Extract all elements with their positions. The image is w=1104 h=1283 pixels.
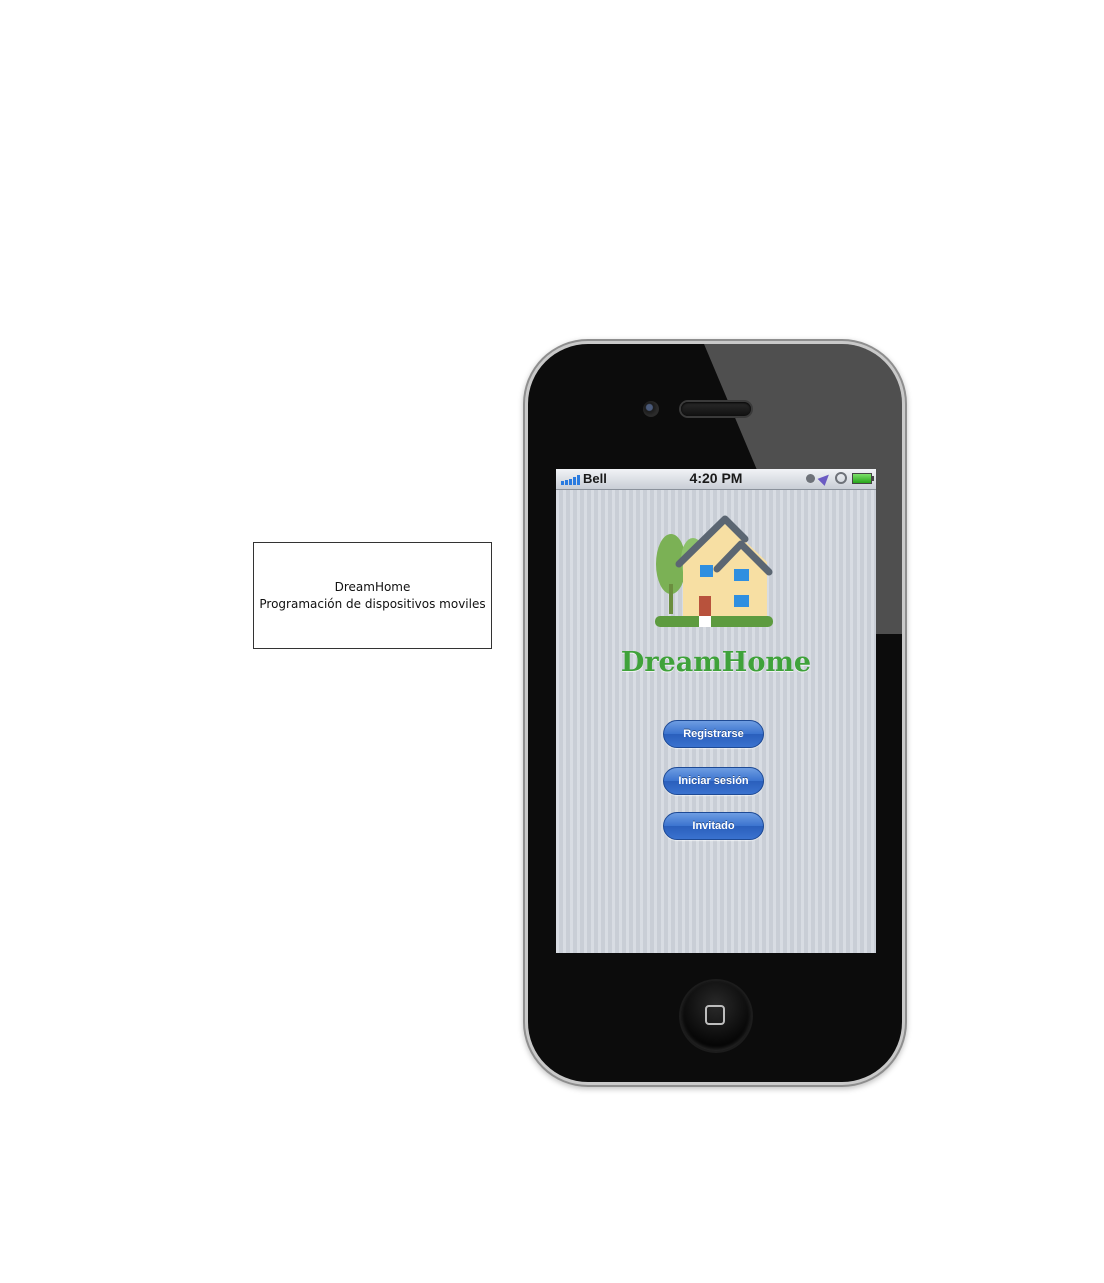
battery-icon [852, 472, 874, 484]
sticky-note: DreamHome Programación de dispositivos m… [253, 542, 492, 649]
register-button[interactable]: Registrarse [663, 720, 764, 748]
earpiece-speaker [681, 402, 751, 416]
front-camera-icon [643, 401, 659, 417]
house-logo-icon [655, 515, 773, 627]
note-subtitle: Programación de dispositivos moviles [259, 596, 486, 611]
rotation-lock-icon [835, 472, 847, 484]
app-screen: Bell 4:20 PM DreamHome Registrarse Inici… [556, 469, 876, 953]
app-title: DreamHome [620, 647, 812, 678]
login-button[interactable]: Iniciar sesión [663, 767, 764, 795]
location-arrow-icon [817, 470, 833, 486]
home-square-icon [705, 1005, 725, 1025]
note-title: DreamHome [334, 579, 411, 594]
status-bar: Bell 4:20 PM [556, 469, 876, 490]
alarm-clock-icon [806, 473, 815, 483]
guest-button[interactable]: Invitado [663, 812, 764, 840]
home-button[interactable] [681, 981, 751, 1051]
